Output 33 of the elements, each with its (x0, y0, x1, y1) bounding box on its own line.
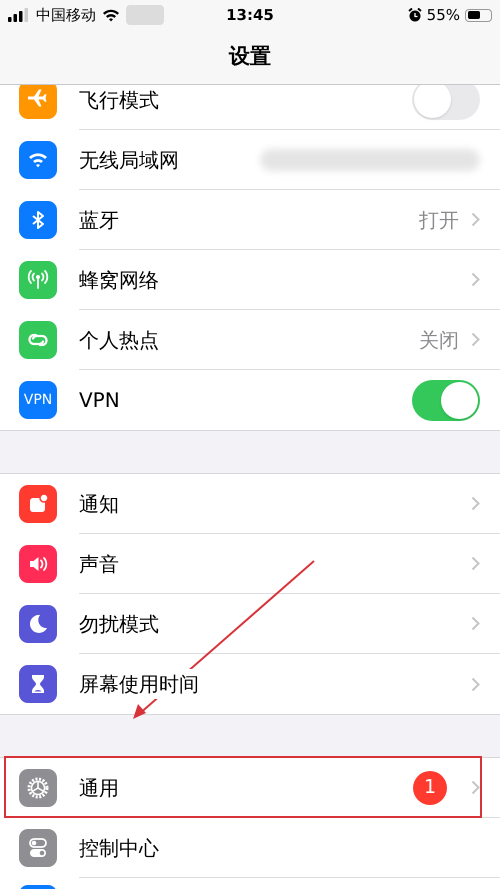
chevron-icon (471, 332, 480, 347)
battery-icon (465, 8, 492, 22)
chevron-icon (471, 616, 480, 631)
settings-row[interactable]: 蓝牙 打开 (0, 190, 500, 250)
settings-row[interactable]: 个人热点 关闭 (0, 310, 500, 370)
settings-row[interactable]: 勿扰模式 (0, 594, 500, 654)
carrier-label: 中国移动 (36, 4, 96, 26)
row-value: 打开 (419, 206, 459, 234)
settings-row[interactable]: 屏幕使用时间 (0, 654, 500, 714)
settings-row[interactable]: 通用 1 (0, 758, 500, 818)
chevron-icon (471, 556, 480, 571)
chevron-icon (471, 496, 480, 511)
toggle-switch[interactable] (412, 85, 480, 120)
settings-row[interactable]: 蜂窝网络 (0, 250, 500, 310)
battery-percent: 55% (426, 4, 460, 26)
chevron-icon (471, 212, 480, 227)
signal-icon (8, 8, 30, 22)
clock: 13:45 (226, 4, 274, 26)
row-label: 屏幕使用时间 (79, 669, 199, 699)
notification-badge: 1 (413, 770, 447, 804)
page-title: 设置 (229, 43, 271, 70)
chevron-icon (471, 272, 480, 287)
toggle-switch[interactable] (412, 380, 480, 420)
chevron-icon (471, 676, 480, 692)
row-value: 关闭 (419, 326, 459, 354)
redacted-block (126, 5, 164, 25)
settings-row[interactable]: 声音 (0, 534, 500, 594)
alarm-icon (408, 8, 422, 22)
settings-row[interactable]: 控制中心 (0, 818, 500, 878)
vpn-icon: VPN (19, 381, 57, 419)
settings-row[interactable]: 通知 (0, 474, 500, 534)
chevron-icon (471, 780, 480, 795)
wifi-icon (102, 8, 120, 22)
